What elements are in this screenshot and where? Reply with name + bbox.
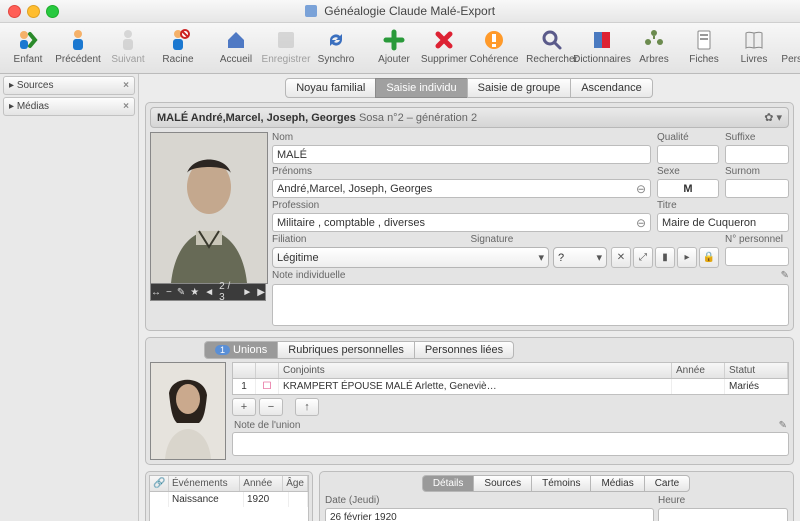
edit-note-icon[interactable]: ✎	[781, 270, 789, 281]
rechercher-button[interactable]: Rechercher	[528, 25, 576, 65]
qualite-field[interactable]	[657, 145, 719, 164]
tab-saisie-individu[interactable]: Saisie individu	[375, 78, 467, 98]
surnom-field[interactable]	[725, 179, 789, 198]
dtab-medias[interactable]: Médias	[590, 475, 644, 492]
titre-field[interactable]: Maire de Cuqueron	[657, 213, 789, 232]
col-statut: Statut	[725, 363, 788, 378]
enfant-button[interactable]: Enfant	[4, 25, 52, 65]
subtab-rubriques[interactable]: Rubriques personnelles	[277, 341, 415, 359]
prev-photo-button[interactable]: ◄	[204, 287, 214, 298]
flag-button-2[interactable]: ⤢	[633, 247, 653, 268]
edit-note-union-icon[interactable]: ✎	[779, 420, 787, 431]
profession-field[interactable]: Militaire , comptable , diverses⊖	[272, 213, 651, 232]
col-age: Âge	[283, 476, 308, 491]
tab-noyau-familial[interactable]: Noyau familial	[285, 78, 376, 98]
note-label: Note individuelle	[272, 270, 345, 281]
qualite-label: Qualité	[657, 132, 719, 143]
surnom-label: Surnom	[725, 166, 789, 177]
titre-label: Titre	[657, 200, 789, 211]
note-union-textarea[interactable]	[232, 432, 789, 456]
coherence-button[interactable]: Cohérence	[470, 25, 518, 65]
union-row[interactable]: 1 ☐ KRAMPERT ÉPOUSE MALÉ Arlette, Genevi…	[232, 379, 789, 395]
move-icon[interactable]: ↔	[151, 287, 161, 298]
signature-label: Signature	[471, 234, 521, 245]
photo-toolbar: ↔ − ✎ ★ ◄ 2 / 3 ► ▶	[150, 284, 266, 301]
heure-label: Heure	[658, 495, 788, 506]
tab-saisie-groupe[interactable]: Saisie de groupe	[467, 78, 572, 98]
flag-button-4[interactable]: ▸	[677, 247, 697, 268]
dtab-details[interactable]: Détails	[422, 475, 475, 492]
gear-icon[interactable]: ✿ ▾	[764, 111, 782, 124]
nom-label: Nom	[272, 132, 651, 143]
suffixe-field[interactable]	[725, 145, 789, 164]
filiation-select[interactable]: Légitime	[272, 247, 549, 268]
enregistrer-button[interactable]: Enregistrer	[262, 25, 310, 65]
livres-button[interactable]: Livres	[730, 25, 778, 65]
col-annee: Année	[240, 476, 283, 491]
col-annee: Année	[672, 363, 725, 378]
sexe-label: Sexe	[657, 166, 719, 177]
col-evenements: Événements	[169, 476, 240, 491]
note-textarea[interactable]	[272, 284, 789, 326]
close-icon[interactable]: ×	[123, 80, 129, 91]
clear-icon[interactable]: ⊖	[636, 182, 646, 196]
arbres-button[interactable]: Arbres	[630, 25, 678, 65]
dtab-carte[interactable]: Carte	[644, 475, 690, 492]
person-header: MALÉ André,Marcel, Joseph, Georges Sosa …	[150, 107, 789, 128]
sidebar-sources-pill[interactable]: ▸ Sources ×	[3, 76, 135, 95]
last-photo-button[interactable]: ▶	[257, 287, 265, 298]
signature-select[interactable]: ?	[553, 247, 607, 268]
add-union-button[interactable]: +	[232, 398, 256, 416]
tab-ascendance[interactable]: Ascendance	[570, 78, 653, 98]
heure-field[interactable]	[658, 508, 788, 521]
flag-button-3[interactable]: ▮	[655, 247, 675, 268]
sexe-field[interactable]: M	[657, 179, 719, 198]
precedent-button[interactable]: Précédent	[54, 25, 102, 65]
date-field[interactable]: 26 février 1920	[325, 508, 654, 521]
dtab-temoins[interactable]: Témoins	[531, 475, 591, 492]
suffixe-label: Suffixe	[725, 132, 789, 143]
next-photo-button[interactable]: ►	[242, 287, 252, 298]
col-conjoints: Conjoints	[279, 363, 672, 378]
personnaliser-button[interactable]: Personnaliser	[788, 25, 800, 65]
close-icon[interactable]: ×	[123, 101, 129, 112]
remove-union-button[interactable]: −	[259, 398, 283, 416]
subtab-unions[interactable]: 1Unions	[204, 341, 278, 359]
note-union-label: Note de l'union	[234, 420, 300, 431]
fiches-button[interactable]: Fiches	[680, 25, 728, 65]
edit-icon[interactable]: ✎	[177, 287, 185, 298]
subtab-personnes-liees[interactable]: Personnes liées	[414, 341, 514, 359]
sidebar-medias-pill[interactable]: ▸ Médias ×	[3, 97, 135, 116]
nom-field[interactable]: MALÉ	[272, 145, 651, 164]
profession-label: Profession	[272, 200, 651, 211]
dtab-sources[interactable]: Sources	[473, 475, 532, 492]
accueil-button[interactable]: Accueil	[212, 25, 260, 65]
col-link-icon: 🔗	[150, 476, 169, 491]
synchro-button[interactable]: Synchro	[312, 25, 360, 65]
ajouter-button[interactable]: Ajouter	[370, 25, 418, 65]
lock-icon[interactable]: 🔒	[699, 247, 719, 268]
move-up-button[interactable]: ↑	[295, 398, 319, 416]
npersonnel-label: N° personnel	[725, 234, 789, 245]
spouse-photo[interactable]	[150, 362, 226, 460]
supprimer-button[interactable]: Supprimer	[420, 25, 468, 65]
filiation-label: Filiation	[272, 234, 463, 245]
person-photo[interactable]	[150, 132, 268, 284]
window-title: Généalogie Claude Malé-Export	[0, 4, 800, 18]
date-label: Date (Jeudi)	[325, 495, 654, 506]
flag-button-1[interactable]: ✕	[611, 247, 631, 268]
npersonnel-field[interactable]	[725, 247, 789, 266]
photo-counter: 2 / 3	[219, 281, 237, 303]
prenoms-label: Prénoms	[272, 166, 651, 177]
prenoms-field[interactable]: André,Marcel, Joseph, Georges⊖	[272, 179, 651, 198]
event-row[interactable]: Naissance 1920	[150, 492, 308, 507]
dictionnaires-button[interactable]: Dictionnaires	[578, 25, 626, 65]
minus-icon[interactable]: −	[166, 287, 172, 298]
racine-button[interactable]: Racine	[154, 25, 202, 65]
star-icon[interactable]: ★	[190, 287, 199, 298]
clear-icon[interactable]: ⊖	[636, 216, 646, 230]
suivant-button[interactable]: Suivant	[104, 25, 152, 65]
